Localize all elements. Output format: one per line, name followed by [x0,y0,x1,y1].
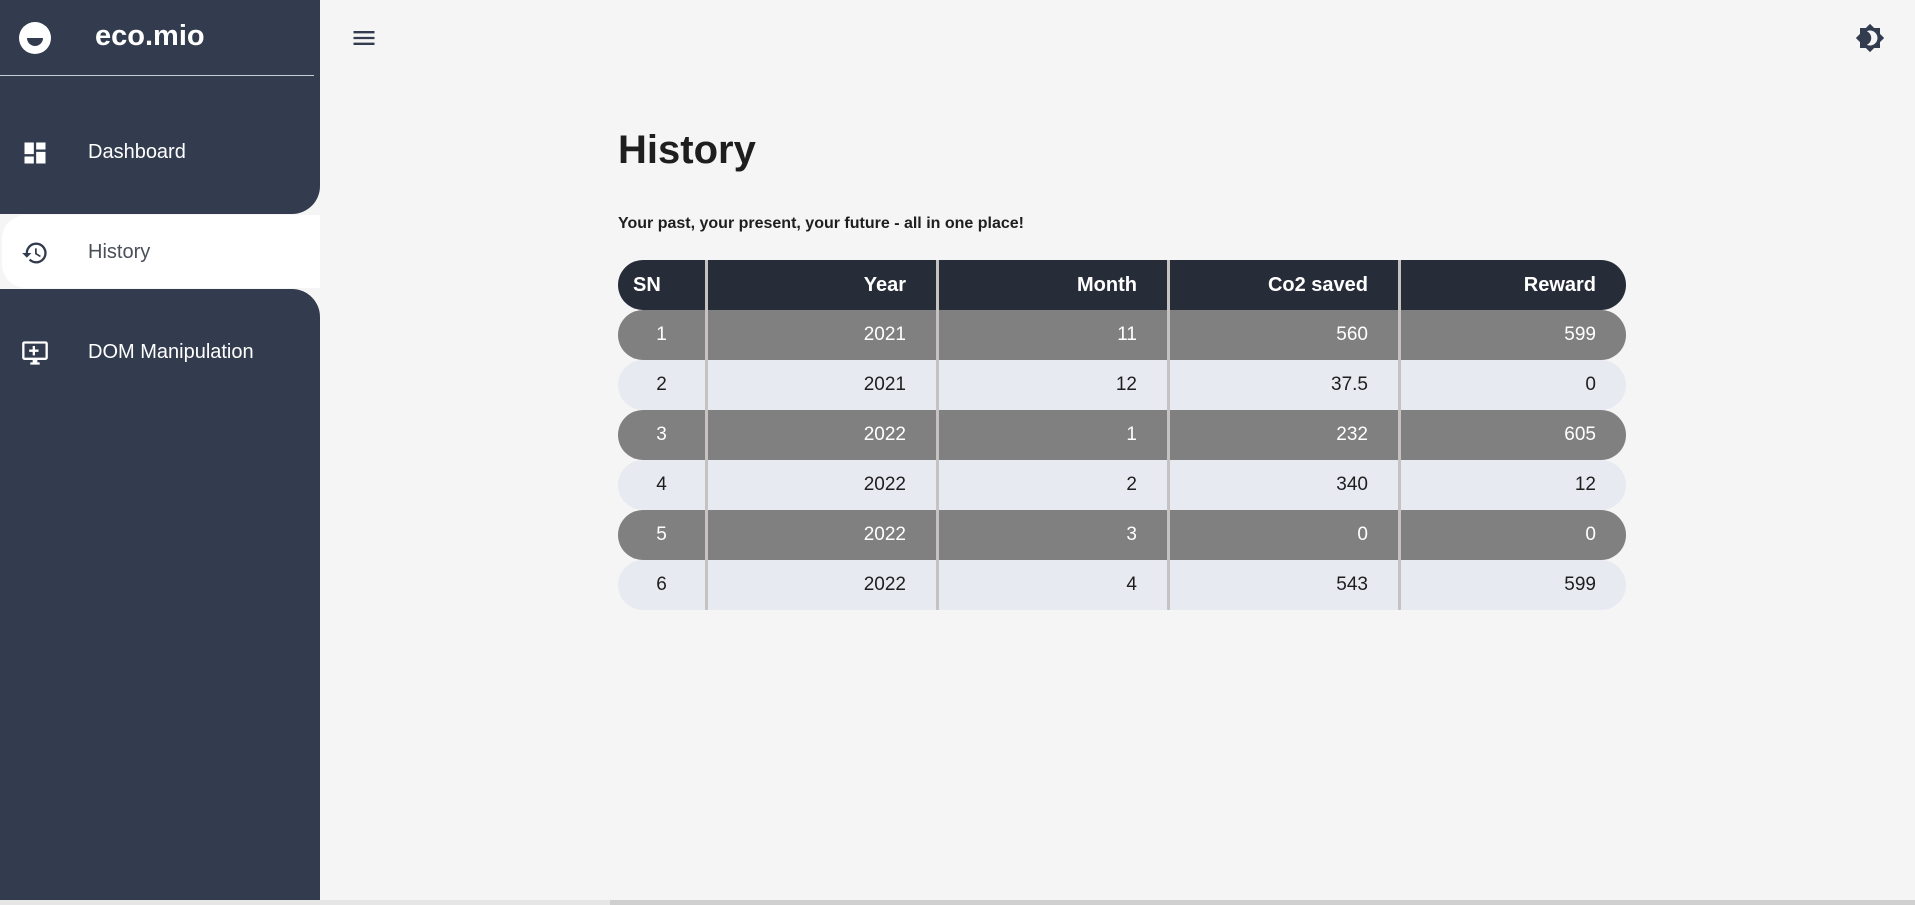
brand-name: eco.mio [95,20,205,52]
sidebar-item-dashboard[interactable]: Dashboard [0,116,320,189]
cell-sn: 1 [618,310,708,360]
table-row: 1 2021 11 560 599 [618,310,1626,360]
page-title: History [618,128,756,172]
table-row: 6 2022 4 543 599 [618,560,1626,610]
table-row: 5 2022 3 0 0 [618,510,1626,560]
cell-month: 2 [939,460,1170,510]
monitor-add-icon [21,339,49,367]
column-header-reward: Reward [1401,260,1626,310]
table-row: 3 2022 1 232 605 [618,410,1626,460]
history-icon [21,239,49,267]
cell-month: 1 [939,410,1170,460]
history-table: SN Year Month Co2 saved Reward 1 2021 11… [618,260,1626,610]
brightness-icon[interactable] [1855,23,1885,53]
cell-co2-saved: 37.5 [1170,360,1401,410]
cell-sn: 6 [618,560,708,610]
sidebar-item-label: DOM Manipulation [88,341,254,363]
scrollbar-thumb[interactable] [610,900,1915,905]
cell-year: 2022 [708,410,939,460]
sidebar-item-dom-manipulation[interactable]: DOM Manipulation [0,316,320,389]
cell-year: 2022 [708,560,939,610]
cell-sn: 4 [618,460,708,510]
table-row: 2 2021 12 37.5 0 [618,360,1626,410]
cell-year: 2021 [708,310,939,360]
cell-co2-saved: 0 [1170,510,1401,560]
table-header-row: SN Year Month Co2 saved Reward [618,260,1626,310]
cell-reward: 599 [1401,310,1626,360]
cell-sn: 3 [618,410,708,460]
page-subtitle: Your past, your present, your future - a… [618,215,1024,232]
logo-icon [19,22,51,54]
column-header-co2-saved: Co2 saved [1170,260,1401,310]
column-header-year: Year [708,260,939,310]
cell-sn: 2 [618,360,708,410]
cell-co2-saved: 560 [1170,310,1401,360]
cell-month: 3 [939,510,1170,560]
cell-month: 4 [939,560,1170,610]
cell-reward: 0 [1401,510,1626,560]
cell-reward: 599 [1401,560,1626,610]
column-header-sn: SN [618,260,708,310]
cell-co2-saved: 543 [1170,560,1401,610]
sidebar-item-history[interactable]: History [0,216,320,289]
cell-sn: 5 [618,510,708,560]
sidebar: eco.mio Dashboard History DOM Manipulati… [0,0,320,905]
sidebar-item-label: Dashboard [88,141,186,163]
cell-year: 2021 [708,360,939,410]
cell-year: 2022 [708,460,939,510]
hamburger-menu-icon[interactable] [350,24,378,52]
brand[interactable]: eco.mio [0,0,314,76]
column-header-month: Month [939,260,1170,310]
cell-reward: 0 [1401,360,1626,410]
table-row: 4 2022 2 340 12 [618,460,1626,510]
dashboard-icon [21,139,49,167]
horizontal-scrollbar[interactable] [0,900,1915,905]
cell-month: 12 [939,360,1170,410]
sidebar-item-label: History [88,241,151,263]
cell-co2-saved: 232 [1170,410,1401,460]
cell-co2-saved: 340 [1170,460,1401,510]
cell-month: 11 [939,310,1170,360]
cell-reward: 12 [1401,460,1626,510]
cell-year: 2022 [708,510,939,560]
cell-reward: 605 [1401,410,1626,460]
